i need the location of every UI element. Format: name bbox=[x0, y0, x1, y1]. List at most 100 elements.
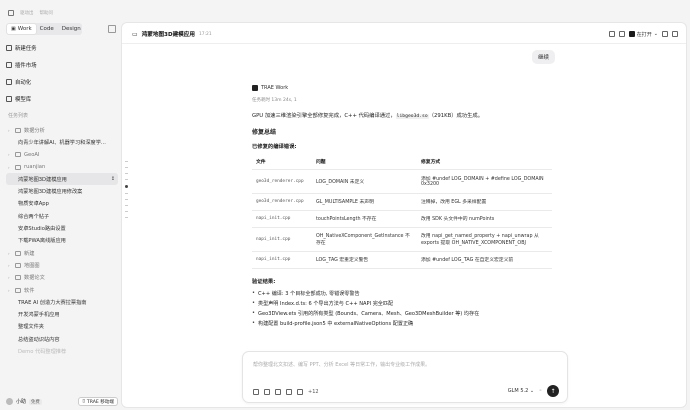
files-icon[interactable] bbox=[608, 31, 615, 37]
main-panel: ▭ 鸿蒙地图3D建模应用 17:21 在打开 ⌄ 继续 TRAE Work 任务耗… bbox=[121, 22, 687, 408]
table-row: napi_init.cpp touchPointsLength 不存在 改用 SDK… bbox=[252, 210, 552, 228]
task-item[interactable]: 鸿蒙地图3D建模应用 ↕ bbox=[6, 173, 118, 186]
message-scroll-markers[interactable] bbox=[125, 161, 129, 223]
table-cell: 改用 napi_get_named_property + napi_unwrap… bbox=[417, 227, 552, 252]
table-cell: geo3d_renderer.cpp bbox=[252, 193, 312, 211]
model-selector[interactable]: GLM 5.2 ⌄ bbox=[508, 388, 534, 394]
tab-work[interactable]: ▣ Work bbox=[7, 24, 36, 34]
folder-icon bbox=[15, 287, 21, 293]
history-icon[interactable] bbox=[618, 31, 625, 37]
layout-icon[interactable] bbox=[672, 31, 678, 37]
task-item[interactable]: 下载PWA离线版应用 bbox=[6, 235, 118, 247]
mobile-mode-button[interactable]: ▯ TRAE 移动端 bbox=[78, 397, 118, 406]
folder-icon bbox=[15, 164, 21, 170]
tab-design-label: Design bbox=[61, 26, 81, 32]
main-nav: 新建任务 插件市场 自动化 模型库 bbox=[6, 42, 118, 110]
automation-icon bbox=[6, 78, 12, 85]
tab-design[interactable]: Design bbox=[58, 24, 85, 34]
nav-label: 插件市场 bbox=[15, 62, 37, 69]
grid-icon[interactable] bbox=[286, 389, 292, 395]
chevron-right-icon[interactable]: › bbox=[8, 263, 12, 268]
table-cell: napi_init.cpp bbox=[252, 210, 312, 228]
task-group[interactable]: › 新建 bbox=[6, 247, 118, 259]
task-label: 鸿蒙地图3D建模应用修改案 bbox=[18, 189, 83, 196]
attach-icon[interactable] bbox=[253, 389, 259, 395]
open-in-button[interactable]: 在打开 ⌄ bbox=[628, 31, 658, 38]
task-item[interactable]: 向青少年讲解AI、机器学习和深度学... bbox=[6, 136, 118, 148]
drag-handle-icon[interactable]: ↕ bbox=[111, 176, 118, 182]
task-label: GeoAI bbox=[24, 151, 40, 158]
table-header: 修复方式 bbox=[417, 155, 552, 170]
user-message: 继续 bbox=[532, 50, 556, 64]
task-group[interactable]: › 软件 bbox=[6, 284, 118, 296]
task-group[interactable]: › 数据分析 bbox=[6, 124, 118, 136]
more-icon[interactable] bbox=[662, 31, 668, 37]
task-item[interactable]: 综合两个帖子 bbox=[6, 210, 118, 222]
task-group[interactable]: › 数据论文 bbox=[6, 272, 118, 284]
user-name: 小助 bbox=[16, 399, 27, 405]
tab-code[interactable]: Code bbox=[36, 24, 58, 34]
chevron-down-icon: ⌄ bbox=[653, 31, 658, 37]
conversation-header: ▭ 鸿蒙地图3D建模应用 17:21 在打开 ⌄ bbox=[132, 27, 678, 41]
assistant-response: TRAE Work 任务耗时 13m 24s, 1 GPU 加速三维渲染引擎全部… bbox=[252, 85, 554, 330]
page-title: 鸿蒙地图3D建模应用 bbox=[141, 32, 195, 38]
arrow-up-icon: ↑ bbox=[550, 387, 556, 395]
tab-work-label: Work bbox=[17, 26, 32, 32]
plugin-icon[interactable] bbox=[297, 389, 303, 395]
user-bar: 小助 免费 ▯ TRAE 移动端 bbox=[6, 396, 118, 407]
chevron-right-icon[interactable]: › bbox=[8, 251, 12, 256]
summary-text: GPU 加速三维渲染引擎全部修复完成，C++ 代码编译通过， bbox=[252, 113, 396, 119]
collapse-panel-icon[interactable] bbox=[108, 25, 116, 33]
trae-logo-icon bbox=[252, 85, 258, 91]
table-header: 问题 bbox=[312, 155, 417, 170]
chevron-right-icon[interactable]: › bbox=[8, 288, 12, 293]
nav-automation[interactable]: 自动化 bbox=[6, 76, 118, 87]
avatar[interactable] bbox=[6, 398, 13, 405]
message-composer[interactable]: 帮你整理北文扣述、编写 PPT、分析 Excel 等日常工作，输出专业级工作成果… bbox=[242, 351, 568, 403]
agent-name: TRAE Work bbox=[261, 85, 289, 91]
chat-icon: ▭ bbox=[132, 30, 138, 38]
composer-tools: +12 bbox=[253, 389, 319, 395]
work-icon: ▣ bbox=[11, 26, 16, 32]
send-button[interactable]: ↑ bbox=[547, 385, 559, 397]
task-item[interactable]: 安卓Studio路由设置 bbox=[6, 222, 118, 234]
task-group[interactable]: › 地图图 bbox=[6, 259, 118, 271]
folder-icon bbox=[15, 152, 21, 158]
chevron-right-icon[interactable]: › bbox=[8, 275, 12, 280]
more-tools-count[interactable]: +12 bbox=[308, 389, 319, 395]
folder-icon[interactable] bbox=[264, 389, 270, 395]
nav-plugin-market[interactable]: 插件市场 bbox=[6, 59, 118, 70]
nav-new-task[interactable]: 新建任务 bbox=[6, 42, 118, 53]
timestamp: 17:21 bbox=[198, 31, 212, 37]
task-item[interactable]: 总结盗动识站内容 bbox=[6, 333, 118, 345]
table-row: geo3d_renderer.cpp LOG_DOMAIN 未定义 添加 #unde… bbox=[252, 169, 552, 194]
skill-icon[interactable] bbox=[275, 389, 281, 395]
sidebar-toggle-icon[interactable] bbox=[8, 10, 14, 16]
task-item[interactable]: TRAE AI 创造力大赛拉票指南 bbox=[6, 296, 118, 308]
chevron-right-icon[interactable]: › bbox=[8, 152, 12, 157]
composer-input[interactable]: 帮你整理北文扣述、编写 PPT、分析 Excel 等日常工作，输出专业级工作成果… bbox=[253, 361, 430, 368]
task-item[interactable]: 物质安卓App bbox=[6, 198, 118, 210]
summary-text: （291KB）成功生成。 bbox=[428, 113, 483, 119]
task-label: 数据论文 bbox=[24, 275, 45, 282]
tab-code-label: Code bbox=[39, 26, 54, 32]
task-group[interactable]: › GeoAI bbox=[6, 149, 118, 161]
task-item[interactable]: 整理文件夹 bbox=[6, 321, 118, 333]
topbar-item-1[interactable]: 驱动出 bbox=[20, 10, 34, 16]
chevron-right-icon[interactable]: › bbox=[8, 165, 12, 170]
chevron-right-icon[interactable]: › bbox=[8, 128, 12, 133]
task-group[interactable]: › ruanjian bbox=[6, 161, 118, 173]
table-cell: 添加 #undef LOG_DOMAIN + #define LOG_DOMAI… bbox=[417, 169, 552, 194]
task-item[interactable]: 开发鸿蒙手机应用 bbox=[6, 308, 118, 320]
app-icon bbox=[628, 31, 635, 37]
mic-icon[interactable]: ◦ bbox=[539, 388, 542, 394]
new-task-icon bbox=[6, 44, 12, 51]
list-item: Geo3DView.ets 引用的所有类型 (Bounds、Camera、Mes… bbox=[252, 310, 554, 317]
task-item[interactable]: 鸿蒙地图3D建模应用修改案 bbox=[6, 185, 118, 197]
table-cell: 注释掉，改用 EGL 多采样配置 bbox=[417, 193, 552, 211]
plan-badge: 免费 bbox=[29, 398, 42, 405]
phone-icon: ▯ bbox=[82, 399, 85, 404]
task-item[interactable]: Demo 代码整理推荐 bbox=[6, 345, 118, 357]
nav-model-library[interactable]: 模型库 bbox=[6, 93, 118, 104]
topbar-item-2[interactable]: 帮助问 bbox=[40, 10, 54, 16]
